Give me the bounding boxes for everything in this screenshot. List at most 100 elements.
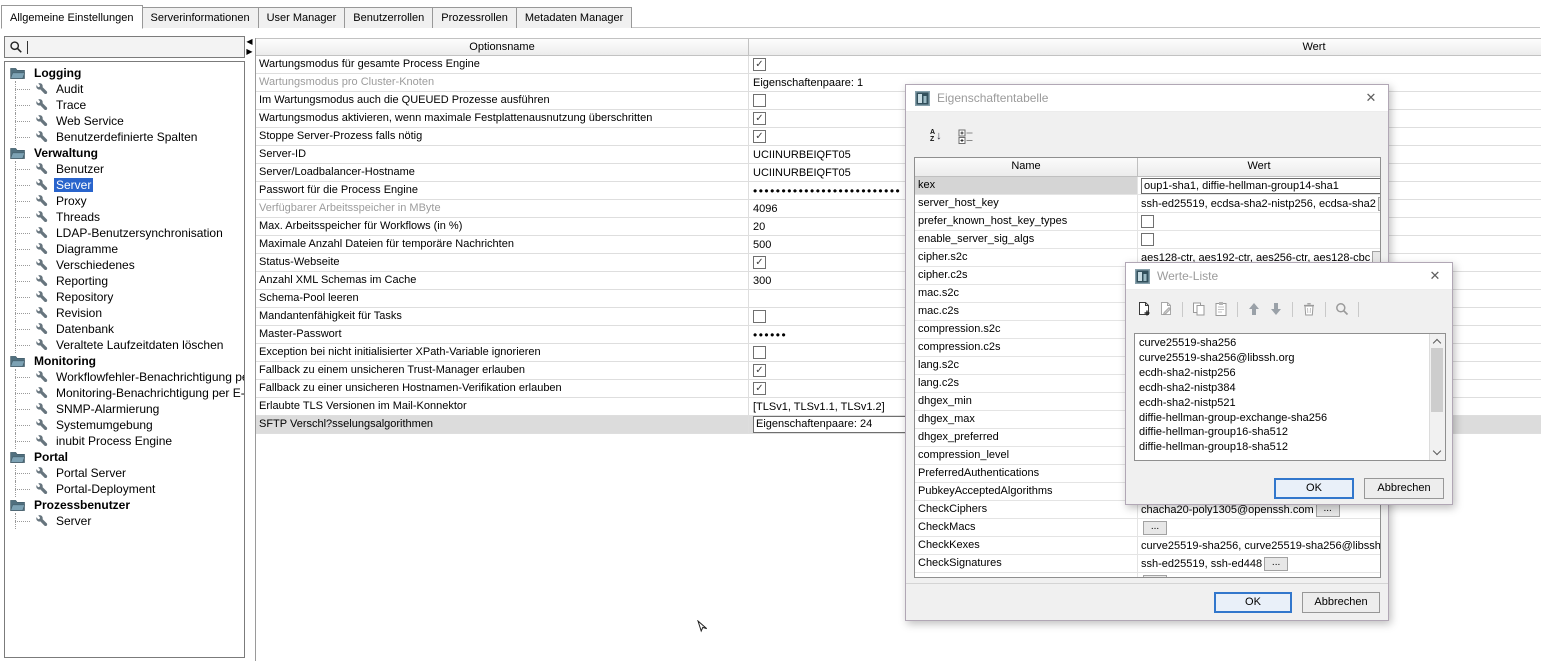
tree-item[interactable]: Server — [5, 177, 244, 193]
ok-button[interactable]: OK — [1214, 592, 1292, 613]
wrench-icon — [35, 259, 48, 272]
tree-item-label: Benutzerdefinierte Spalten — [54, 130, 199, 144]
tree-item[interactable]: SNMP-Alarmierung — [5, 401, 244, 417]
column-header-name[interactable]: Name — [915, 158, 1138, 176]
tab-label: Serverinformationen — [151, 12, 250, 24]
scroll-up-icon[interactable] — [1430, 334, 1444, 349]
property-value[interactable]: oup1-sha1, diffie-hellman-group14-sha1 .… — [1138, 177, 1380, 194]
tree-item[interactable]: Diagramme — [5, 241, 244, 257]
list-item[interactable]: diffie-hellman-group16-sha512 — [1139, 425, 1429, 440]
tree-item[interactable]: Datenbank — [5, 321, 244, 337]
tree-item[interactable]: Monitoring-Benachrichtigung per E-Mail — [5, 385, 244, 401]
tab[interactable]: Serverinformationen — [142, 7, 259, 28]
ellipsis-button[interactable]: ... — [1264, 557, 1288, 571]
cancel-button[interactable]: Abbrechen — [1302, 592, 1380, 613]
tree-item[interactable]: Revision — [5, 305, 244, 321]
list-item[interactable]: ecdh-sha2-nistp384 — [1139, 381, 1429, 396]
tree-item[interactable]: Portal — [5, 449, 244, 465]
splitter-collapse-left-icon[interactable]: ◀ — [246, 38, 252, 46]
property-name: dhgex_preferred — [915, 429, 1138, 446]
property-name — [915, 573, 1138, 577]
tree-item[interactable]: Proxy — [5, 193, 244, 209]
tree-item[interactable]: Threads — [5, 209, 244, 225]
tab[interactable]: Benutzerrollen — [344, 7, 433, 28]
tree-item[interactable]: Workflowfehler-Benachrichtigung per E-Ma… — [5, 369, 244, 385]
tree-item[interactable]: LDAP-Benutzersynchronisation — [5, 225, 244, 241]
property-value[interactable]: ... — [1138, 519, 1380, 536]
tree-item[interactable]: Trace — [5, 97, 244, 113]
close-icon[interactable]: ✕ — [1363, 90, 1379, 106]
table-row[interactable]: enable_server_sig_algs — [915, 231, 1380, 249]
table-row[interactable]: Wartungsmodus für gesamte Process Engine — [256, 56, 1541, 74]
table-row[interactable]: kex oup1-sha1, diffie-hellman-group14-sh… — [915, 177, 1380, 195]
property-value[interactable] — [1138, 213, 1380, 230]
tree-item[interactable]: Portal-Deployment — [5, 481, 244, 497]
property-value[interactable]: ssh-ed25519, ssh-ed448 ... — [1138, 555, 1380, 572]
move-up-icon[interactable] — [1246, 301, 1262, 317]
tree-item[interactable]: Logging — [5, 65, 244, 81]
scrollbar-vertical[interactable] — [1429, 334, 1445, 460]
tree-item[interactable]: Reporting — [5, 273, 244, 289]
tree-item[interactable]: Server — [5, 513, 244, 529]
property-value[interactable]: ssh-ed25519, ecdsa-sha2-nistp256, ecdsa-… — [1138, 195, 1380, 212]
list-item[interactable]: curve25519-sha256@libssh.org — [1139, 351, 1429, 366]
option-value[interactable] — [749, 56, 1541, 73]
table-row[interactable]: prefer_known_host_key_types — [915, 213, 1380, 231]
panel-splitter[interactable]: ◀ ▶ — [245, 38, 254, 68]
list-item[interactable]: diffie-hellman-group-exchange-sha256 — [1139, 411, 1429, 426]
close-icon[interactable]: ✕ — [1427, 268, 1443, 284]
table-row[interactable]: CheckMacs ... — [915, 519, 1380, 537]
copy-icon[interactable] — [1191, 301, 1207, 317]
ellipsis-button[interactable]: ... — [1143, 575, 1167, 578]
scroll-down-icon[interactable] — [1430, 445, 1444, 460]
tree-item[interactable]: Benutzer — [5, 161, 244, 177]
tree-item[interactable]: Monitoring — [5, 353, 244, 369]
tree-item[interactable]: Portal Server — [5, 465, 244, 481]
column-header-wert[interactable]: Wert — [1138, 158, 1380, 176]
column-header-optionsname[interactable]: Optionsname — [256, 39, 749, 55]
table-row[interactable]: ... — [915, 573, 1380, 577]
tab[interactable]: Allgemeine Einstellungen — [1, 5, 143, 29]
property-value[interactable] — [1138, 231, 1380, 248]
table-row[interactable]: CheckSignatures ssh-ed25519, ssh-ed448 .… — [915, 555, 1380, 573]
sort-az-icon[interactable]: AZ ↓ — [930, 129, 942, 143]
list-item[interactable]: ecdh-sha2-nistp521 — [1139, 396, 1429, 411]
tree-item[interactable]: Verschiedenes — [5, 257, 244, 273]
search-input[interactable] — [4, 36, 245, 58]
tree-item[interactable]: Web Service — [5, 113, 244, 129]
tab[interactable]: User Manager — [258, 7, 346, 28]
list-item[interactable]: ecdh-sha2-nistp256 — [1139, 366, 1429, 381]
tree-item[interactable]: Repository — [5, 289, 244, 305]
tree-item[interactable]: Veraltete Laufzeitdaten löschen — [5, 337, 244, 353]
move-down-icon[interactable] — [1268, 301, 1284, 317]
column-header-wert[interactable]: Wert — [749, 39, 1541, 55]
tab[interactable]: Metadaten Manager — [516, 7, 632, 28]
table-row[interactable]: CheckKexes curve25519-sha256, curve25519… — [915, 537, 1380, 555]
tree-item[interactable]: Verwaltung — [5, 145, 244, 161]
tree-item[interactable]: Prozessbenutzer — [5, 497, 244, 513]
ellipsis-button[interactable]: ... — [1143, 521, 1167, 535]
ok-button[interactable]: OK — [1274, 478, 1354, 499]
delete-icon[interactable] — [1301, 301, 1317, 317]
property-value[interactable]: curve25519-sha256, curve25519-sha256@lib… — [1138, 537, 1380, 554]
tree-item[interactable]: Benutzerdefinierte Spalten — [5, 129, 244, 145]
cancel-button[interactable]: Abbrechen — [1364, 478, 1444, 499]
table-row[interactable]: server_host_key ssh-ed25519, ecdsa-sha2-… — [915, 195, 1380, 213]
property-value[interactable]: ... — [1138, 573, 1380, 577]
edit-entry-icon[interactable] — [1158, 301, 1174, 317]
tab[interactable]: Prozessrollen — [432, 7, 517, 28]
expand-all-icon[interactable] — [958, 128, 974, 144]
search-icon[interactable] — [1334, 301, 1350, 317]
tree-item[interactable]: Audit — [5, 81, 244, 97]
tree-item[interactable]: Systemumgebung — [5, 417, 244, 433]
option-name: Schema-Pool leeren — [256, 290, 749, 307]
tree-item[interactable]: inubit Process Engine — [5, 433, 244, 449]
list-item[interactable]: diffie-hellman-group18-sha512 — [1139, 440, 1429, 455]
scrollbar-thumb[interactable] — [1431, 348, 1443, 412]
list-item[interactable]: curve25519-sha256 — [1139, 336, 1429, 351]
property-name: CheckSignatures — [915, 555, 1138, 572]
splitter-collapse-right-icon[interactable]: ▶ — [246, 48, 252, 56]
paste-icon[interactable] — [1213, 301, 1229, 317]
ellipsis-button[interactable]: ... — [1378, 197, 1380, 211]
add-entry-icon[interactable] — [1136, 301, 1152, 317]
